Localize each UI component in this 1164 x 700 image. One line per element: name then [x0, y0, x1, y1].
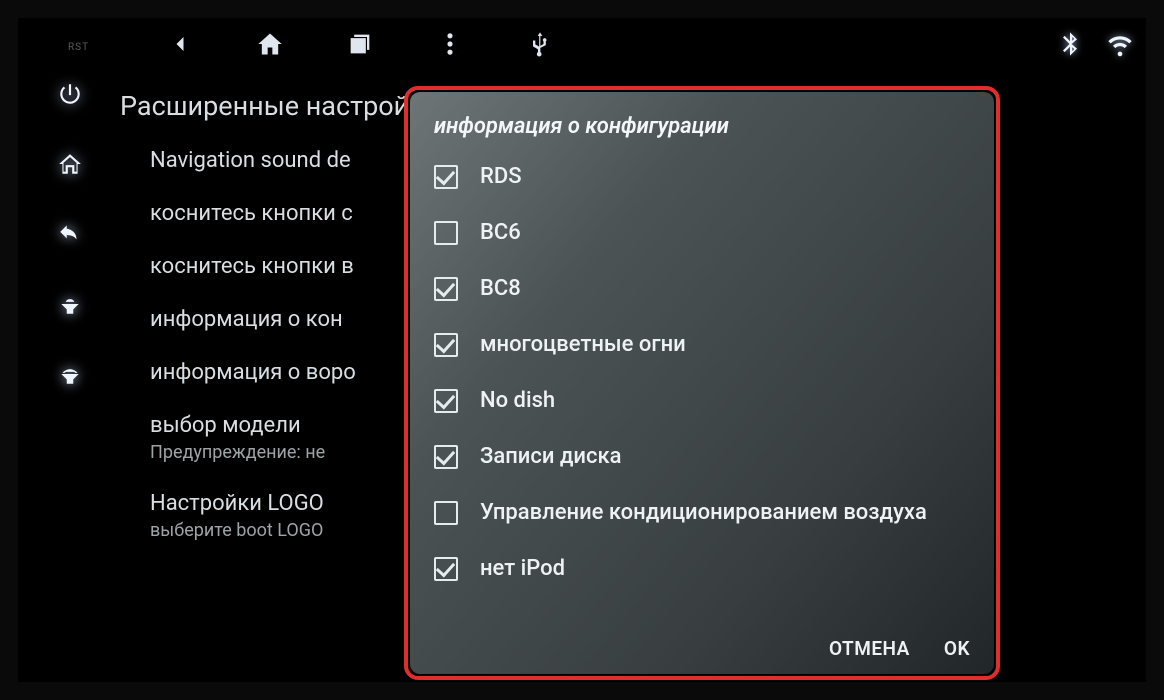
option-label: нет iPod: [480, 556, 565, 581]
home-outline-icon[interactable]: [56, 150, 84, 178]
option-row[interactable]: RDS: [434, 153, 970, 201]
checkbox-icon[interactable]: [434, 445, 458, 469]
option-row[interactable]: Записи диска: [434, 433, 970, 481]
option-row[interactable]: нет iPod: [434, 545, 970, 593]
status-icons: [1056, 30, 1134, 58]
checkbox-icon[interactable]: [434, 557, 458, 581]
wifi-icon: [1106, 30, 1134, 58]
volume-down-icon[interactable]: [56, 290, 84, 318]
overflow-menu-icon[interactable]: [435, 29, 465, 59]
option-label: BC8: [480, 276, 521, 301]
option-label: Записи диска: [480, 444, 621, 469]
option-row[interactable]: No dish: [434, 377, 970, 425]
checkbox-icon[interactable]: [434, 333, 458, 357]
usb-icon[interactable]: [525, 29, 555, 59]
checkbox-icon[interactable]: [434, 165, 458, 189]
cancel-button[interactable]: ОТМЕНА: [829, 637, 910, 660]
power-icon[interactable]: [56, 80, 84, 108]
checkbox-icon[interactable]: [434, 221, 458, 245]
back-u-icon[interactable]: [56, 220, 84, 248]
dialog-actions: ОТМЕНА OK: [434, 625, 970, 660]
volume-up-icon[interactable]: [56, 360, 84, 388]
ok-button[interactable]: OK: [944, 637, 970, 660]
config-dialog: информация о конфигурации RDS BC6 BC8 много…: [410, 92, 994, 674]
sidebar: [50, 80, 90, 388]
bluetooth-icon: [1056, 30, 1084, 58]
option-label: Управление кондиционированием воздуха: [480, 500, 927, 525]
config-dialog-highlight: информация о конфигурации RDS BC6 BC8 много…: [404, 86, 1000, 680]
option-row[interactable]: Управление кондиционированием воздуха: [434, 489, 970, 537]
recent-apps-icon[interactable]: [345, 29, 375, 59]
dialog-options: RDS BC6 BC8 многоцветные огни No dish Записи …: [434, 153, 970, 625]
checkbox-icon[interactable]: [434, 277, 458, 301]
option-label: No dish: [480, 388, 555, 413]
top-toolbar: [165, 22, 1124, 66]
dialog-title: информация о конфигурации: [434, 114, 970, 139]
option-row[interactable]: BC8: [434, 265, 970, 313]
checkbox-icon[interactable]: [434, 389, 458, 413]
back-arrow-icon[interactable]: [165, 29, 195, 59]
option-label: BC6: [480, 220, 521, 245]
option-label: многоцветные огни: [480, 332, 686, 357]
device-branding: RST: [68, 42, 89, 53]
home-icon[interactable]: [255, 29, 285, 59]
option-label: RDS: [480, 164, 522, 189]
checkbox-icon[interactable]: [434, 501, 458, 525]
option-row[interactable]: BC6: [434, 209, 970, 257]
option-row[interactable]: многоцветные огни: [434, 321, 970, 369]
